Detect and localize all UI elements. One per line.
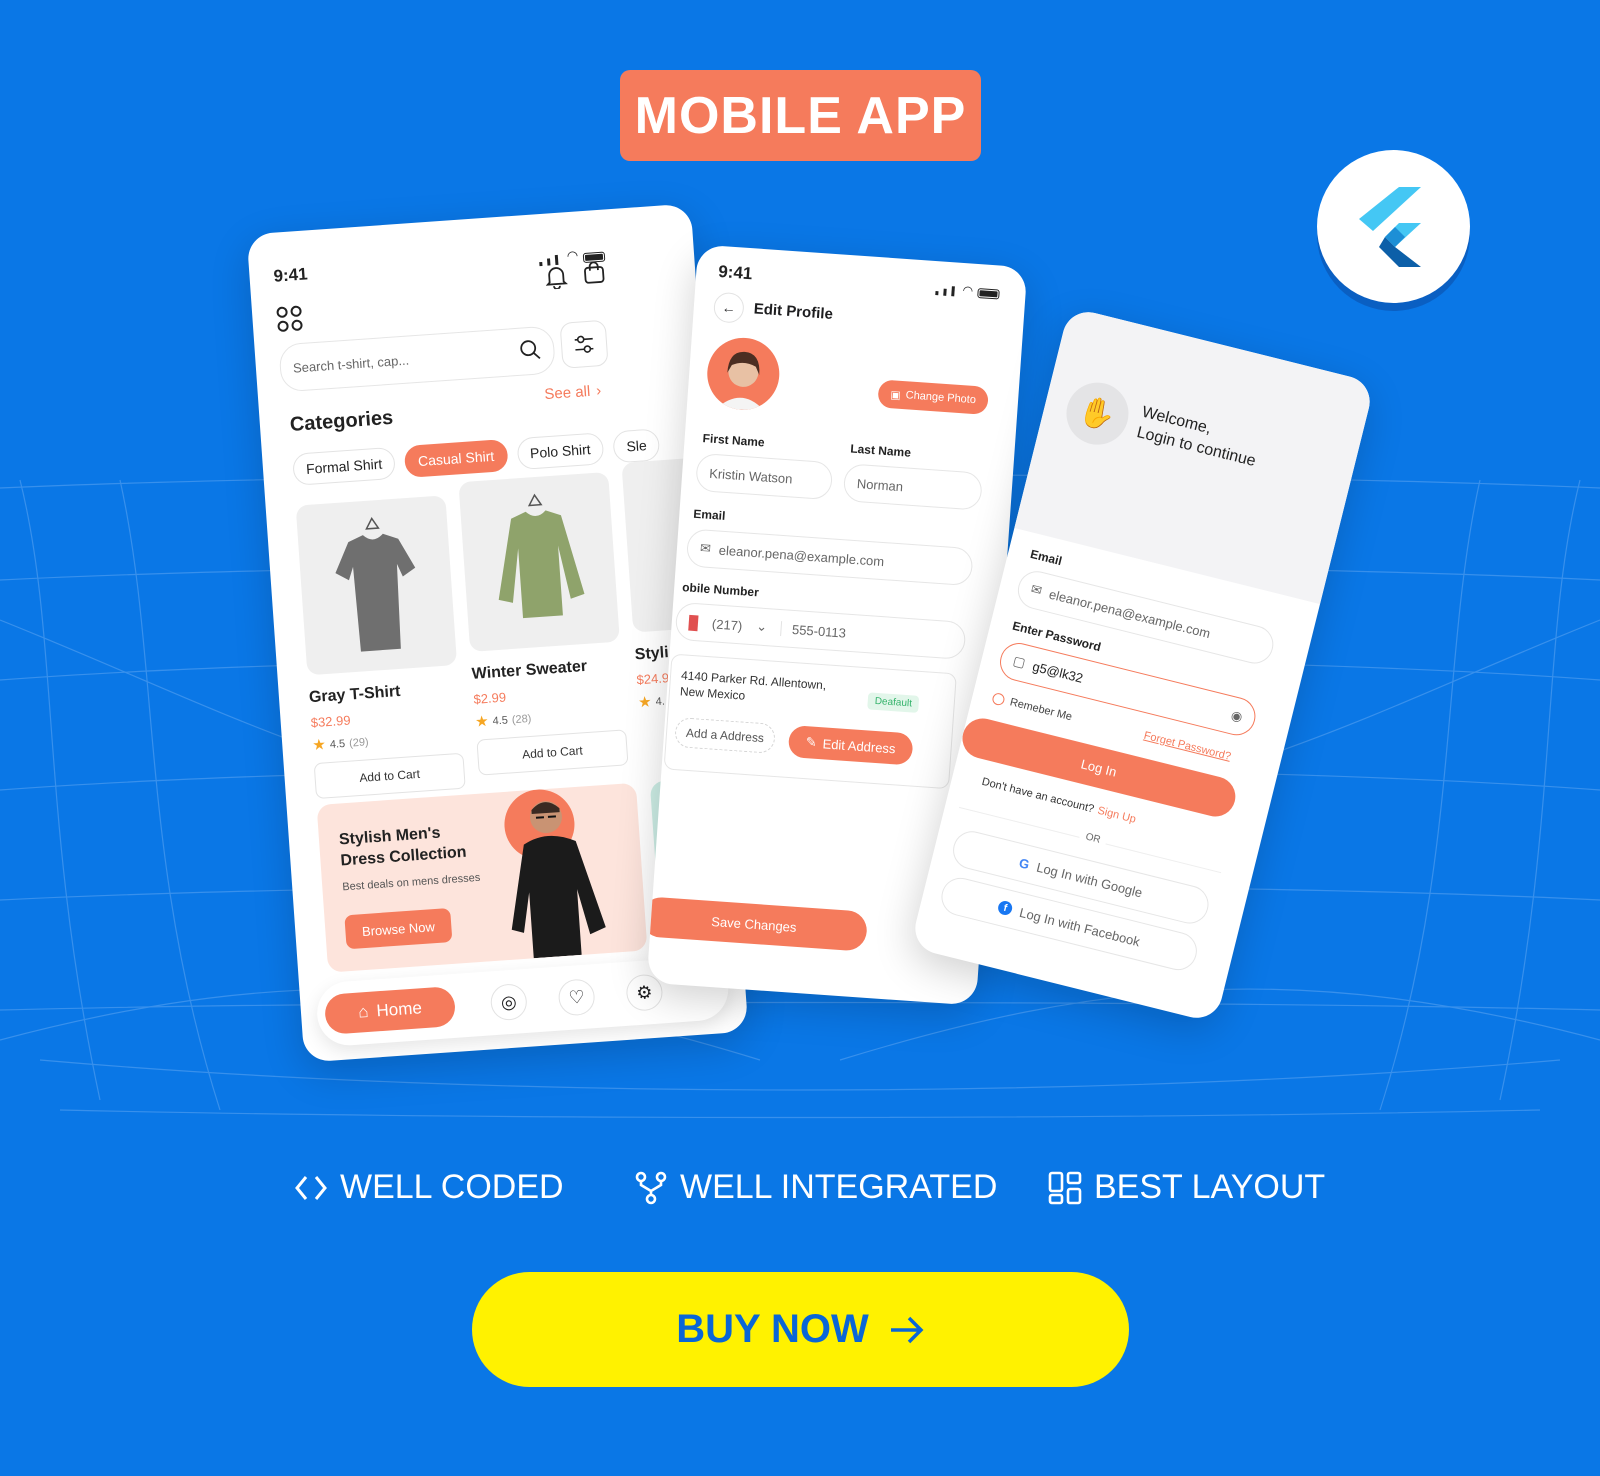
- star-icon: ★: [311, 736, 327, 755]
- or-divider-text: OR: [1078, 830, 1108, 848]
- code-brackets-icon: [295, 1175, 327, 1200]
- default-badge: Deafault: [867, 692, 920, 713]
- buy-now-button[interactable]: BUY NOW: [472, 1272, 1129, 1387]
- promo-subtitle: Best deals on mens dresses: [341, 871, 481, 894]
- email-label: Email: [1028, 546, 1064, 569]
- camera-icon: ▣: [889, 388, 902, 402]
- mail-icon: ✉: [1029, 581, 1044, 599]
- chip-formal-shirt[interactable]: Formal Shirt: [292, 446, 397, 486]
- change-photo-button[interactable]: ▣ Change Photo: [877, 379, 989, 415]
- first-name-label: First Name: [702, 431, 766, 450]
- chip-polo-shirt[interactable]: Polo Shirt: [515, 432, 605, 471]
- feature-well-integrated: WELL INTEGRATED: [634, 1168, 997, 1207]
- model-image: [511, 801, 606, 959]
- flag-icon: █: [688, 614, 699, 630]
- add-to-cart-button[interactable]: Add to Cart: [313, 752, 466, 800]
- gray-tshirt-image: [295, 495, 458, 676]
- add-address-button[interactable]: Add a Address: [674, 717, 776, 754]
- phone-field[interactable]: █ (217) ⌄ 555-0113: [674, 601, 967, 660]
- git-fork-icon: [635, 1171, 667, 1204]
- compass-icon[interactable]: ◎: [489, 982, 528, 1022]
- mobile-app-badge: MOBILE APP: [620, 70, 981, 161]
- product-name: Winter Sweater: [471, 657, 588, 683]
- layout-grid-icon: [1048, 1171, 1082, 1204]
- facebook-icon: f: [996, 899, 1014, 917]
- chevron-right-icon: ›: [595, 382, 602, 400]
- email-label: Email: [692, 506, 726, 523]
- arrow-right-icon: [890, 1316, 924, 1343]
- email-field[interactable]: ✉ eleanor.pena@example.com: [685, 528, 974, 587]
- product-rating: ★ 4.5 (29): [311, 735, 370, 755]
- page-title: Edit Profile: [753, 300, 834, 323]
- chevron-down-icon: ⌄: [755, 618, 768, 635]
- product-card[interactable]: Winter Sweater $2.99 ★ 4.5 (28) Add to Car…: [458, 471, 629, 776]
- product-price: $2.99: [473, 689, 507, 707]
- promo-banner[interactable]: Stylish Men's Dress Collection Best deal…: [316, 782, 648, 973]
- status-time: 9:41: [717, 261, 753, 284]
- forgot-password-link[interactable]: Forget Password?: [1143, 730, 1233, 763]
- feature-best-layout: BEST LAYOUT: [1048, 1168, 1325, 1207]
- status-icons: ◠: [935, 281, 1001, 300]
- google-icon: G: [1017, 854, 1032, 872]
- browse-now-button[interactable]: Browse Now: [344, 907, 453, 950]
- see-all-link[interactable]: See all ›: [544, 382, 602, 403]
- winter-sweater-image: [458, 471, 620, 652]
- star-icon: ★: [637, 693, 653, 712]
- avatar: [704, 335, 782, 413]
- eye-icon: ◉: [1229, 707, 1245, 725]
- sign-up-link[interactable]: Sign Up: [1096, 805, 1137, 826]
- shopping-bag-icon[interactable]: [582, 260, 606, 290]
- home-icon: ⌂: [357, 1001, 370, 1022]
- save-changes-button[interactable]: Save Changes: [646, 896, 869, 952]
- wifi-icon: ◠: [566, 247, 579, 264]
- product-name: Gray T-Shirt: [308, 682, 402, 707]
- product-price: $32.99: [310, 712, 351, 731]
- last-name-label: Last Name: [849, 441, 912, 460]
- flutter-logo-icon: [1317, 150, 1470, 303]
- search-icon: [519, 338, 543, 364]
- back-arrow-icon[interactable]: ←: [712, 291, 745, 324]
- remember-me-checkbox[interactable]: Remeber Me: [991, 691, 1073, 723]
- menu-grid-icon[interactable]: [276, 305, 304, 338]
- lock-icon: ▢: [1011, 652, 1028, 671]
- add-to-cart-button[interactable]: Add to Cart: [476, 729, 629, 776]
- bell-icon[interactable]: [545, 264, 569, 294]
- categories-title: Categories: [289, 406, 394, 436]
- pencil-icon: ✎: [805, 734, 818, 750]
- mobile-number-label: obile Number: [681, 580, 760, 600]
- search-input[interactable]: Search t-shirt, cap...: [278, 325, 557, 393]
- address-card: 4140 Parker Rd. Allentown, New Mexico De…: [663, 653, 957, 790]
- status-time: 9:41: [272, 264, 309, 286]
- product-card[interactable]: Gray T-Shirt $32.99 ★ 4.5 (29) Add to Cart: [295, 495, 466, 800]
- feature-well-coded: WELL CODED: [294, 1168, 564, 1207]
- mail-icon: ✉: [699, 540, 712, 557]
- sliders-icon: [574, 335, 594, 353]
- chip-casual-shirt[interactable]: Casual Shirt: [403, 438, 509, 478]
- product-rating: ★ 4.5 (28): [474, 712, 532, 731]
- first-name-field[interactable]: Kristin Watson: [695, 452, 834, 501]
- heart-icon[interactable]: ♡: [557, 978, 596, 1017]
- country-code-select[interactable]: (217): [712, 616, 743, 633]
- star-icon: ★: [474, 712, 490, 731]
- last-name-field[interactable]: Norman: [842, 463, 983, 511]
- chip-sleeve[interactable]: Sle: [612, 428, 661, 464]
- nav-home[interactable]: ⌂ Home: [323, 985, 457, 1035]
- filter-button[interactable]: [559, 319, 609, 369]
- edit-address-button[interactable]: ✎ Edit Address: [787, 724, 914, 766]
